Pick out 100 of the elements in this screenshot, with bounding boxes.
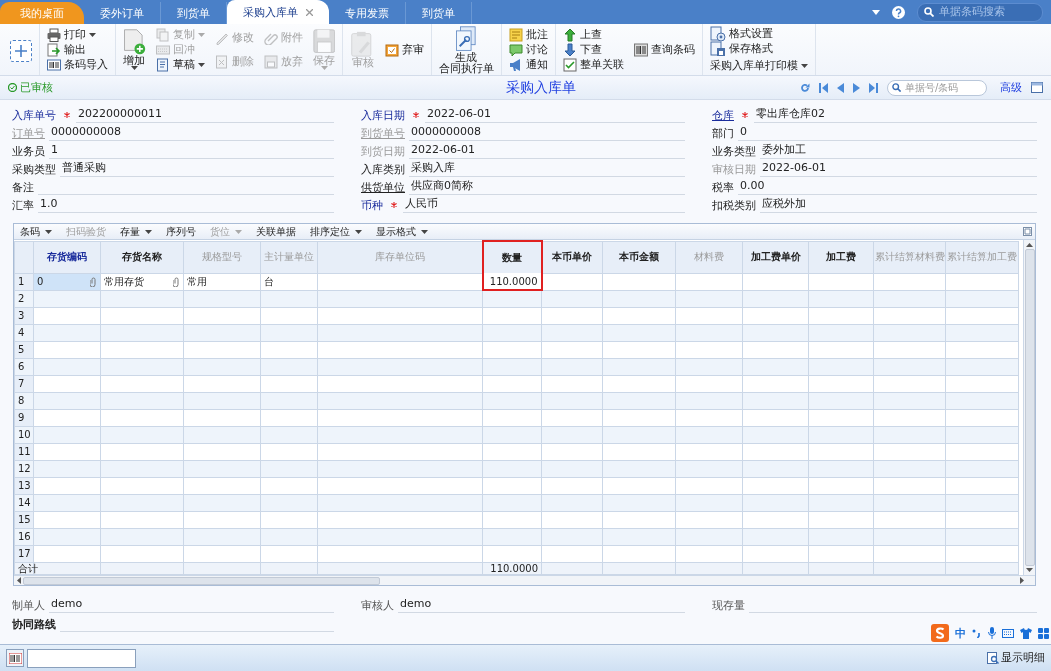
scroll-thumb[interactable] xyxy=(23,576,380,585)
keyboard-icon[interactable] xyxy=(1002,628,1014,638)
field-label: 币种 xyxy=(361,197,383,213)
toolbar-button[interactable]: 生成 合同执行单 xyxy=(438,25,494,74)
delete-icon xyxy=(214,54,229,69)
field-label: 审核日期 xyxy=(712,161,756,177)
toolbar-button[interactable]: 打印 xyxy=(47,27,108,42)
grid-toolbar-button[interactable]: 显示格式 xyxy=(376,224,428,239)
megaphone-icon xyxy=(508,57,523,72)
toolbar-button[interactable]: 讨论 xyxy=(508,42,548,57)
input-field[interactable]: 2022-06-01 xyxy=(760,161,1037,177)
input-field[interactable]: 普通采购 xyxy=(60,161,334,177)
input-field[interactable]: 0.00 xyxy=(738,179,1037,195)
toolbar-button[interactable]: 输出 xyxy=(47,42,108,57)
input-field[interactable]: 人民币 xyxy=(403,197,685,213)
toolbar-button[interactable]: 上查 xyxy=(562,27,624,42)
scroll-left-icon[interactable] xyxy=(17,577,21,584)
first-icon[interactable] xyxy=(819,82,828,93)
scroll-up-icon[interactable] xyxy=(1026,243,1033,247)
caret-icon[interactable] xyxy=(872,9,880,15)
horizontal-scrollbar[interactable] xyxy=(14,575,1035,585)
toolbar-button[interactable]: 草稿 xyxy=(155,57,205,72)
checklist-icon xyxy=(562,57,577,72)
input-field[interactable]: 0000000008 xyxy=(409,125,685,141)
menu-button[interactable]: 采购入库单打印模 xyxy=(709,59,808,73)
field-label-link[interactable]: 供货单位 xyxy=(361,179,405,195)
input-field[interactable]: 委外加工 xyxy=(760,143,1037,159)
toolbar-button[interactable]: 保存格式 xyxy=(709,41,808,56)
close-icon[interactable] xyxy=(306,8,313,16)
input-field[interactable]: 0 xyxy=(738,125,1037,141)
input-field[interactable]: 采购入库 xyxy=(409,161,685,177)
toolbar-button[interactable]: 下查 xyxy=(562,42,624,57)
input-field[interactable]: 应税外加 xyxy=(760,197,1037,213)
scroll-right-icon[interactable] xyxy=(1020,577,1024,584)
input-field[interactable] xyxy=(27,648,136,668)
grid-toolbar-button[interactable]: 序列号 xyxy=(166,224,196,239)
printer-icon xyxy=(47,27,61,42)
column-header: 存货名称 xyxy=(100,241,184,273)
field-label: 备注 xyxy=(12,179,34,195)
toolbar-button[interactable]: 批注 xyxy=(508,27,548,42)
caret-icon xyxy=(145,229,152,234)
show-details-button[interactable]: 显示明细 xyxy=(987,651,1045,665)
toolbar-button[interactable]: 弃审 xyxy=(384,42,424,57)
input-field[interactable]: 2022-06-01 xyxy=(409,143,685,159)
advanced-link[interactable]: 高级 xyxy=(1000,80,1022,95)
toolbar-button[interactable]: 增加 xyxy=(123,29,146,70)
column-header: 规格型号 xyxy=(183,241,261,273)
grid-toolbar-button[interactable]: 关联单据 xyxy=(256,224,296,239)
scroll-down-icon[interactable] xyxy=(1026,568,1033,572)
column-header: 本币金额 xyxy=(602,241,676,273)
expand-icon[interactable] xyxy=(1023,227,1032,236)
input-field[interactable]: 1 xyxy=(49,143,334,159)
arrow-down-icon xyxy=(562,42,577,57)
caret-icon xyxy=(45,229,52,234)
caret-icon xyxy=(235,229,242,234)
input-mode-label[interactable]: 中 xyxy=(955,625,966,641)
grid-toolbar-button[interactable]: 条码 xyxy=(20,224,52,239)
magnifier-document-icon xyxy=(987,652,999,664)
next-icon[interactable] xyxy=(853,82,860,93)
shirt-icon[interactable] xyxy=(1020,627,1032,639)
toolbar-button[interactable]: 通知 xyxy=(508,57,548,72)
grid-toolbar-button[interactable]: 存量 xyxy=(120,224,152,239)
column-header: 数量 xyxy=(482,241,542,273)
new-button[interactable] xyxy=(10,40,32,62)
punctuation-icon[interactable] xyxy=(972,628,982,638)
input-field[interactable]: 零出库仓库02 xyxy=(754,107,1037,123)
grid-toolbar-button[interactable]: 排序定位 xyxy=(310,224,362,239)
table-cell: 常用 xyxy=(183,273,261,290)
input-field[interactable]: 2022-06-01 xyxy=(425,107,685,123)
input-field[interactable]: 供应商0简称 xyxy=(409,179,685,195)
input-field[interactable]: 0000000008 xyxy=(49,125,334,141)
input-field[interactable]: demo xyxy=(398,597,685,613)
help-icon[interactable] xyxy=(892,5,905,19)
toolbar-button[interactable]: 格式设置 xyxy=(709,26,808,41)
settings-document-icon xyxy=(709,25,726,42)
field-label-link[interactable]: 仓库 xyxy=(712,107,734,123)
last-icon[interactable] xyxy=(869,82,878,93)
table-cell: 台 xyxy=(260,273,318,290)
input-field[interactable]: 1.0 xyxy=(38,197,334,213)
barcode-button[interactable] xyxy=(6,649,24,667)
save-document-icon xyxy=(709,40,726,57)
previous-icon[interactable] xyxy=(837,82,844,93)
layout-icon[interactable] xyxy=(1031,82,1043,93)
toolbar-button[interactable]: 整单关联 xyxy=(562,57,624,72)
arrow-up-icon xyxy=(562,27,577,42)
barcode-icon xyxy=(47,57,61,72)
document-add-icon xyxy=(123,29,146,55)
input-field[interactable]: demo xyxy=(49,597,334,613)
barcode-scan-icon xyxy=(633,42,648,57)
refresh-icon[interactable] xyxy=(800,82,810,93)
toolbar-button[interactable]: 查询条码 xyxy=(633,42,695,57)
field-label: 税率 xyxy=(712,179,734,195)
page-title: 采购入库单 xyxy=(504,78,576,97)
microphone-icon[interactable] xyxy=(988,627,996,639)
field-label: 入库单号 xyxy=(12,107,56,123)
caret-icon xyxy=(89,32,96,37)
toolbar-button[interactable]: 条码导入 xyxy=(47,57,108,72)
apps-grid-icon[interactable] xyxy=(1038,627,1049,639)
input-field[interactable]: 202200000011 xyxy=(76,107,334,123)
tab[interactable]: 采购入库单 xyxy=(227,0,329,24)
